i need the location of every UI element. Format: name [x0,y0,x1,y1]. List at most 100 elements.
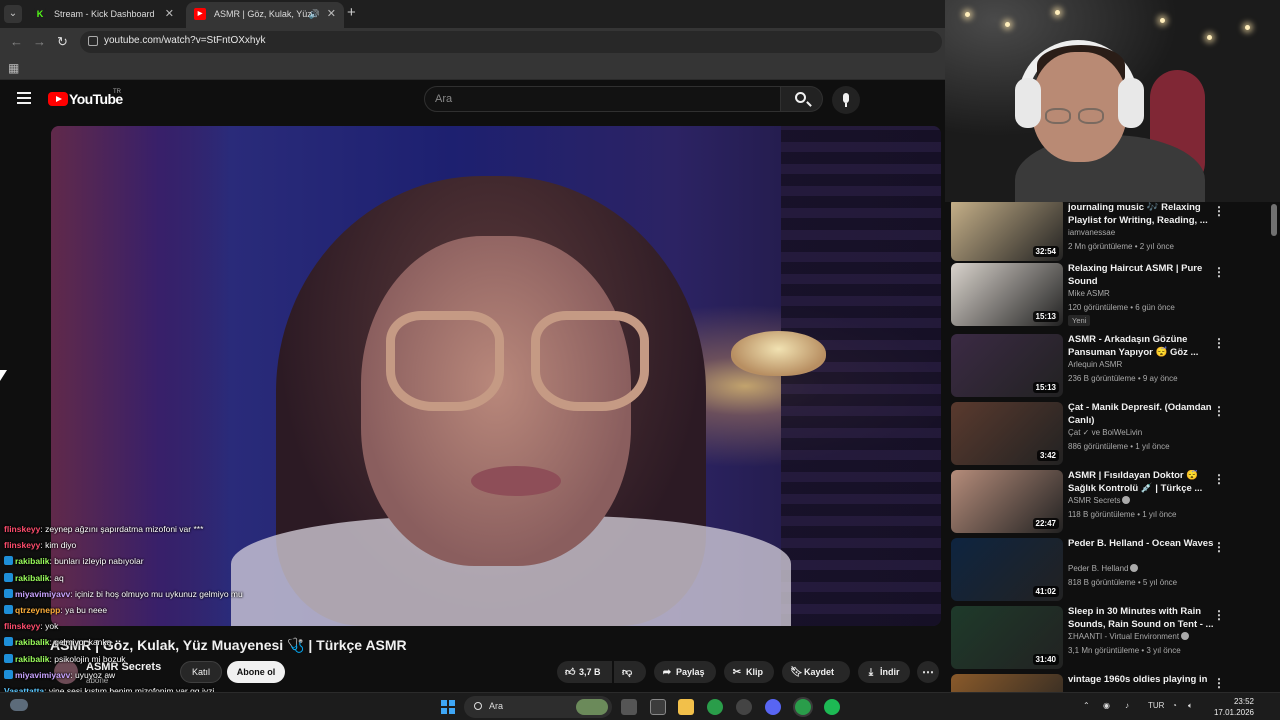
thumbs-up-icon: 👍︎ [565,667,576,678]
steam-icon[interactable] [736,699,752,715]
video-title[interactable]: journaling music 🎶 Relaxing Playlist for… [1068,202,1218,227]
recommended-video[interactable]: 3:42 Çat - Manik Depresif. (Odamdan Canlı… [951,402,1269,466]
video-title[interactable]: Çat - Manik Depresif. (Odamdan Canlı) [1068,402,1218,427]
more-options-icon[interactable]: ⋮ [1213,608,1225,622]
channel-text: Çat ✓ ve BoiWeLivin [1068,428,1143,437]
channel-name[interactable]: ASMR Secrets [1068,496,1131,505]
more-options-icon[interactable]: ⋮ [1213,472,1225,486]
chat-username: rakibalik [15,637,50,648]
video-thumbnail[interactable]: 41:02 [951,538,1063,601]
video-title[interactable]: Relaxing Haircut ASMR | Pure Sound [1068,263,1218,288]
menu-icon[interactable] [17,92,31,107]
reload-icon[interactable]: ↻ [57,34,68,50]
close-icon[interactable]: ✕ [327,2,336,26]
video-title[interactable]: ASMR - Arkadaşın Gözüne Pansuman Yapıyor… [1068,334,1218,359]
save-button[interactable]: 🔖︎Kaydet [782,661,850,683]
video-thumbnail[interactable] [951,674,1063,692]
channel-name[interactable]: Mike ASMR [1068,289,1110,298]
recommended-video[interactable]: 31:40 Sleep in 30 Minutes with Rain Sound… [951,606,1269,670]
more-options-icon[interactable]: ⋮ [1213,336,1225,350]
video-thumbnail[interactable]: 15:13 [951,334,1063,397]
share-button[interactable]: ➦ Paylaş [654,661,716,683]
mic-tray-icon[interactable]: ♪ [1125,701,1129,710]
chat-message: flinskeyy: kim diyo [4,540,304,556]
task-view-icon[interactable] [621,699,637,715]
tab-kick-dashboard[interactable]: K Stream - Kick Dashboard ✕ [26,2,182,28]
video-thumbnail[interactable]: 32:54 [951,202,1063,261]
sidebar-scrollbar[interactable] [1271,202,1277,692]
chrome-active-icon[interactable] [795,699,811,715]
channel-name[interactable]: Peder B. Helland [1068,564,1139,573]
recommended-video[interactable]: vintage 1960s oldies playing in ⋮ [951,674,1269,692]
video-title[interactable]: Peder B. Helland - Ocean Waves [1068,538,1218,551]
stream-chat-overlay: flinskeyy: zeynep ağzını şapırdatma mizo… [4,524,304,718]
more-options-icon[interactable]: ⋮ [1213,404,1225,418]
taskbar-search[interactable]: Ara [464,696,612,718]
url-text: youtube.com/watch?v=StFntOXxhyk [104,35,266,46]
channel-text: ΣHAANTI - Virtual Environment [1068,632,1180,641]
kick-icon: K [34,8,46,20]
chat-message: rakibalik: gelmiyor kanka [4,637,304,653]
webcam-overlay [945,0,1280,202]
language-indicator[interactable]: TUR [1148,701,1164,710]
apps-grid-icon[interactable]: ▦ [8,61,19,75]
like-button[interactable]: 👍︎ 3,7 B [557,661,612,683]
volume-icon[interactable]: 🔈︎ [1188,701,1193,711]
network-tray-icon[interactable]: ◉ [1103,701,1110,710]
more-options-icon[interactable]: ⋮ [1213,676,1225,690]
site-info-icon[interactable] [88,36,98,46]
recommended-video[interactable]: 22:47 ASMR | Fısıldayan Doktor 😴 Sağlık K… [951,470,1269,534]
tab-youtube-video[interactable]: ▶ ASMR | Göz, Kulak, Yüz Mu 🔊 ✕ [186,2,344,28]
video-thumbnail[interactable]: 15:13 [951,263,1063,326]
close-icon[interactable]: ✕ [165,2,174,26]
browser-tab-bar: ⌄ K Stream - Kick Dashboard ✕ ▶ ASMR | G… [0,0,945,28]
speaker-icon[interactable]: 🔊 [309,2,320,26]
youtube-play-icon [48,92,68,106]
video-title[interactable]: ASMR | Fısıldayan Doktor 😴 Sağlık Kontro… [1068,470,1218,495]
video-thumbnail[interactable]: 31:40 [951,606,1063,669]
more-options-icon[interactable]: ⋮ [1213,265,1225,279]
bookmarks-bar: ▦ [0,56,945,80]
recommended-video[interactable]: 15:13 ASMR - Arkadaşın Gözüne Pansuman Ya… [951,334,1269,398]
video-thumbnail[interactable]: 22:47 [951,470,1063,533]
recommended-video[interactable]: 41:02 Peder B. Helland - Ocean Waves Peder… [951,538,1269,602]
address-bar[interactable]: youtube.com/watch?v=StFntOXxhyk [80,31,942,53]
recommended-video[interactable]: 15:13 Relaxing Haircut ASMR | Pure Sound M… [951,263,1269,327]
discord-icon[interactable] [765,699,781,715]
more-actions-button[interactable]: ⋯ [917,661,939,683]
chat-text: : zeynep ağzını şapırdatma mizofoni var … [40,524,204,534]
chat-text: : psikolojin mi bozuk [49,653,126,664]
search-input[interactable]: Ara [424,86,781,112]
voice-search-button[interactable] [832,86,860,114]
spotify-icon[interactable] [824,699,840,715]
back-icon[interactable]: ← [10,34,23,49]
start-button[interactable] [441,700,455,714]
video-meta: 118 B görüntüleme • 1 yıl önce [1068,510,1177,519]
file-explorer-icon[interactable] [678,699,694,715]
video-title[interactable]: vintage 1960s oldies playing in [1068,674,1218,687]
recommended-video[interactable]: 32:54 journaling music 🎶 Relaxing Playlis… [951,202,1269,266]
microphone-icon [843,93,849,103]
clock[interactable]: 23:52 17.01.2026 [1198,696,1254,718]
channel-name[interactable]: iamvanessae [1068,228,1115,237]
channel-name[interactable]: Arlequin ASMR [1068,360,1122,369]
new-tab-button[interactable]: + [347,4,356,21]
verified-icon [1181,632,1190,640]
channel-name[interactable]: Çat ✓ ve BoiWeLivin [1068,428,1142,437]
tab-search-button[interactable]: ⌄ [4,5,22,23]
chrome-icon[interactable] [707,699,723,715]
video-title[interactable]: Sleep in 30 Minutes with Rain Sounds, Ra… [1068,606,1218,631]
store-icon[interactable] [650,699,666,715]
wifi-icon[interactable]: ◔ [1172,701,1177,710]
video-thumbnail[interactable]: 3:42 [951,402,1063,465]
more-options-icon[interactable]: ⋮ [1213,540,1225,554]
search-button[interactable] [781,86,823,112]
dislike-button[interactable]: 👎︎ [614,661,646,683]
download-button[interactable]: ⤓ İndir [858,661,910,683]
weather-widget-icon[interactable] [10,699,28,711]
clip-button[interactable]: ✂ Klip [724,661,774,683]
more-options-icon[interactable]: ⋮ [1213,204,1225,218]
channel-name[interactable]: ΣHAANTI - Virtual Environment [1068,632,1190,641]
forward-icon[interactable]: → [33,34,46,49]
tray-overflow-icon[interactable]: ⌃ [1083,701,1090,710]
